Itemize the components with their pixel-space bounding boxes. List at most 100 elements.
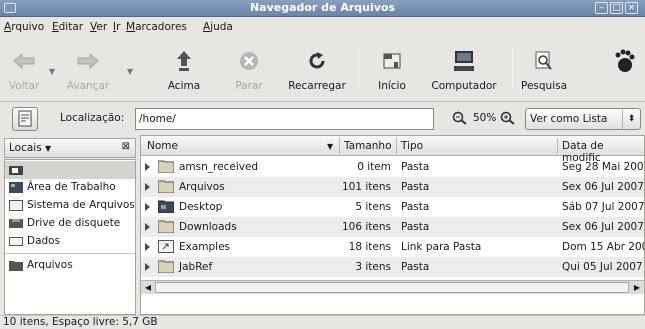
menu-marcadores[interactable]: Marcadores xyxy=(126,21,187,33)
sidebar-item-label: Área de Trabalho xyxy=(27,181,116,193)
zoom-in-icon[interactable] xyxy=(500,111,516,128)
view-as-value: Ver como Lista xyxy=(530,113,608,125)
menu-ajuda[interactable]: Ajuda xyxy=(203,21,233,33)
view-as-select[interactable]: Ver como Lista ⬍ xyxy=(525,108,641,130)
location-bar: Localização: /home/ 50% Ver como Lista ⬍ xyxy=(0,101,645,135)
minimize-icon[interactable]: – xyxy=(595,2,608,14)
table-row[interactable]: Arquivos 101 itens Pasta Sex 06 Jul 2007 xyxy=(141,177,644,197)
sidebar-item-label: Dados xyxy=(27,235,61,247)
expander-icon[interactable] xyxy=(145,183,150,191)
menu-arquivo[interactable]: Arquivo xyxy=(4,21,44,33)
location-input[interactable]: /home/ xyxy=(135,108,434,130)
file-size: 106 itens xyxy=(342,221,391,233)
file-date: Qui 05 Jul 2007 xyxy=(562,261,643,273)
sidebar-item-floppy[interactable]: Drive de disquete xyxy=(5,215,135,233)
computer-icon xyxy=(424,45,504,77)
stop-icon xyxy=(229,45,269,77)
forward-button[interactable]: Avançar xyxy=(62,45,114,92)
folder-icon xyxy=(158,260,174,273)
column-separator[interactable] xyxy=(396,138,397,154)
menu-ver[interactable]: Ver xyxy=(90,21,107,33)
sidebar-item-desktop[interactable]: Área de Trabalho xyxy=(5,179,135,197)
close-sidebar-icon[interactable]: ⊠ xyxy=(122,141,130,152)
location-label: Localização: xyxy=(60,112,125,124)
file-date: Sex 06 Jul 2007 xyxy=(562,181,644,193)
home-label: Início xyxy=(378,80,406,92)
file-date: Sáb 07 Jul 2007 xyxy=(562,201,645,213)
column-header: Nome ▼ Tamanho Tipo Data de modific xyxy=(141,136,644,164)
search-button[interactable]: Pesquisa xyxy=(518,45,570,92)
sidebar-item-filesystem[interactable]: Sistema de Arquivos xyxy=(5,197,135,215)
zoom-out-icon[interactable] xyxy=(452,111,468,128)
file-list: Nome ▼ Tamanho Tipo Data de modific amsn… xyxy=(140,135,645,315)
sidebar-item-dados[interactable]: Dados xyxy=(5,233,135,251)
sidebar-places-dropdown[interactable]: Locais ▼ ⊠ xyxy=(4,138,136,158)
up-button[interactable]: Acima xyxy=(161,45,207,92)
zoom-level[interactable]: 50% xyxy=(473,112,496,124)
file-name: Examples xyxy=(179,241,231,253)
back-history-chevron-icon[interactable]: ▼ xyxy=(49,67,55,76)
back-button[interactable]: Voltar xyxy=(2,45,46,92)
file-type: Pasta xyxy=(401,221,430,233)
home-button[interactable]: Início xyxy=(372,45,412,92)
file-name: Arquivos xyxy=(179,181,225,193)
horizontal-scrollbar[interactable]: ◀ ▶ xyxy=(141,280,644,294)
status-bar: 10 itens, Espaço livre: 5,7 GB xyxy=(0,315,645,329)
sidebar-header-label: Locais xyxy=(9,142,42,154)
sidebar-item-home[interactable] xyxy=(5,161,135,179)
expander-icon[interactable] xyxy=(145,163,150,171)
scroll-right-icon[interactable]: ▶ xyxy=(631,282,643,293)
filesystem-icon xyxy=(9,200,23,211)
table-row[interactable]: JabRef 3 itens Pasta Qui 05 Jul 2007 xyxy=(141,257,644,277)
expander-icon[interactable] xyxy=(145,243,150,251)
column-separator[interactable] xyxy=(557,138,558,154)
desktop-folder-icon xyxy=(158,200,174,213)
close-icon[interactable]: × xyxy=(625,2,638,14)
folder-icon xyxy=(158,180,174,193)
activity-throbber xyxy=(610,45,638,77)
column-size[interactable]: Tamanho xyxy=(344,140,392,152)
file-name: amsn_received xyxy=(179,161,259,173)
up-label: Acima xyxy=(167,80,201,92)
expander-icon[interactable] xyxy=(145,223,150,231)
sidebar-divider xyxy=(5,253,135,254)
computer-label: Computador xyxy=(431,80,497,92)
file-name: JabRef xyxy=(179,261,213,273)
menu-editar[interactable]: Editar xyxy=(52,21,83,33)
reload-button[interactable]: Recarregar xyxy=(285,45,349,92)
file-size: 0 item xyxy=(357,161,391,173)
expander-icon[interactable] xyxy=(145,263,150,271)
forward-arrow-icon xyxy=(62,45,114,77)
stop-label: Parar xyxy=(235,80,263,92)
sidebar: Locais ▼ ⊠ Área de Trabalho Sistema de A… xyxy=(0,135,140,315)
toolbar: Voltar ▼ Avançar ▼ Acima Parar Recarrega… xyxy=(0,37,645,101)
reload-icon xyxy=(285,45,349,77)
forward-label: Avançar xyxy=(66,80,110,92)
file-date: Sex 06 Jul 2007 xyxy=(562,221,644,233)
file-type: Link para Pasta xyxy=(401,241,482,253)
reload-label: Recarregar xyxy=(288,80,346,92)
stop-button[interactable]: Parar xyxy=(229,45,269,92)
expander-icon[interactable] xyxy=(145,203,150,211)
table-row[interactable]: Downloads 106 itens Pasta Sex 06 Jul 200… xyxy=(141,217,644,237)
maximize-icon[interactable]: □ xyxy=(610,2,623,14)
column-separator[interactable] xyxy=(339,138,340,154)
menubar: Arquivo Editar Ver Ir Marcadores Ajuda xyxy=(0,17,645,37)
menu-ir[interactable]: Ir xyxy=(113,21,120,33)
forward-history-chevron-icon[interactable]: ▼ xyxy=(127,67,133,76)
toggle-location-button[interactable] xyxy=(12,107,38,131)
sidebar-item-arquivos[interactable]: Arquivos xyxy=(5,257,135,275)
column-name[interactable]: Nome xyxy=(147,140,178,152)
column-type[interactable]: Tipo xyxy=(401,140,423,152)
file-type: Pasta xyxy=(401,201,430,213)
spin-arrows-icon: ⬍ xyxy=(622,109,640,129)
table-row[interactable]: Desktop 5 itens Pasta Sáb 07 Jul 2007 xyxy=(141,197,645,217)
home-icon xyxy=(372,45,412,77)
scroll-left-icon[interactable]: ◀ xyxy=(142,282,154,293)
table-row[interactable]: Examples 18 itens Link para Pasta Dom 15… xyxy=(141,237,645,257)
scrollbar-thumb[interactable] xyxy=(155,282,629,293)
file-type: Pasta xyxy=(401,181,430,193)
table-row[interactable]: amsn_received 0 item Pasta Seg 28 Mai 20… xyxy=(141,157,645,177)
computer-button[interactable]: Computador xyxy=(424,45,504,92)
file-type: Pasta xyxy=(401,261,430,273)
